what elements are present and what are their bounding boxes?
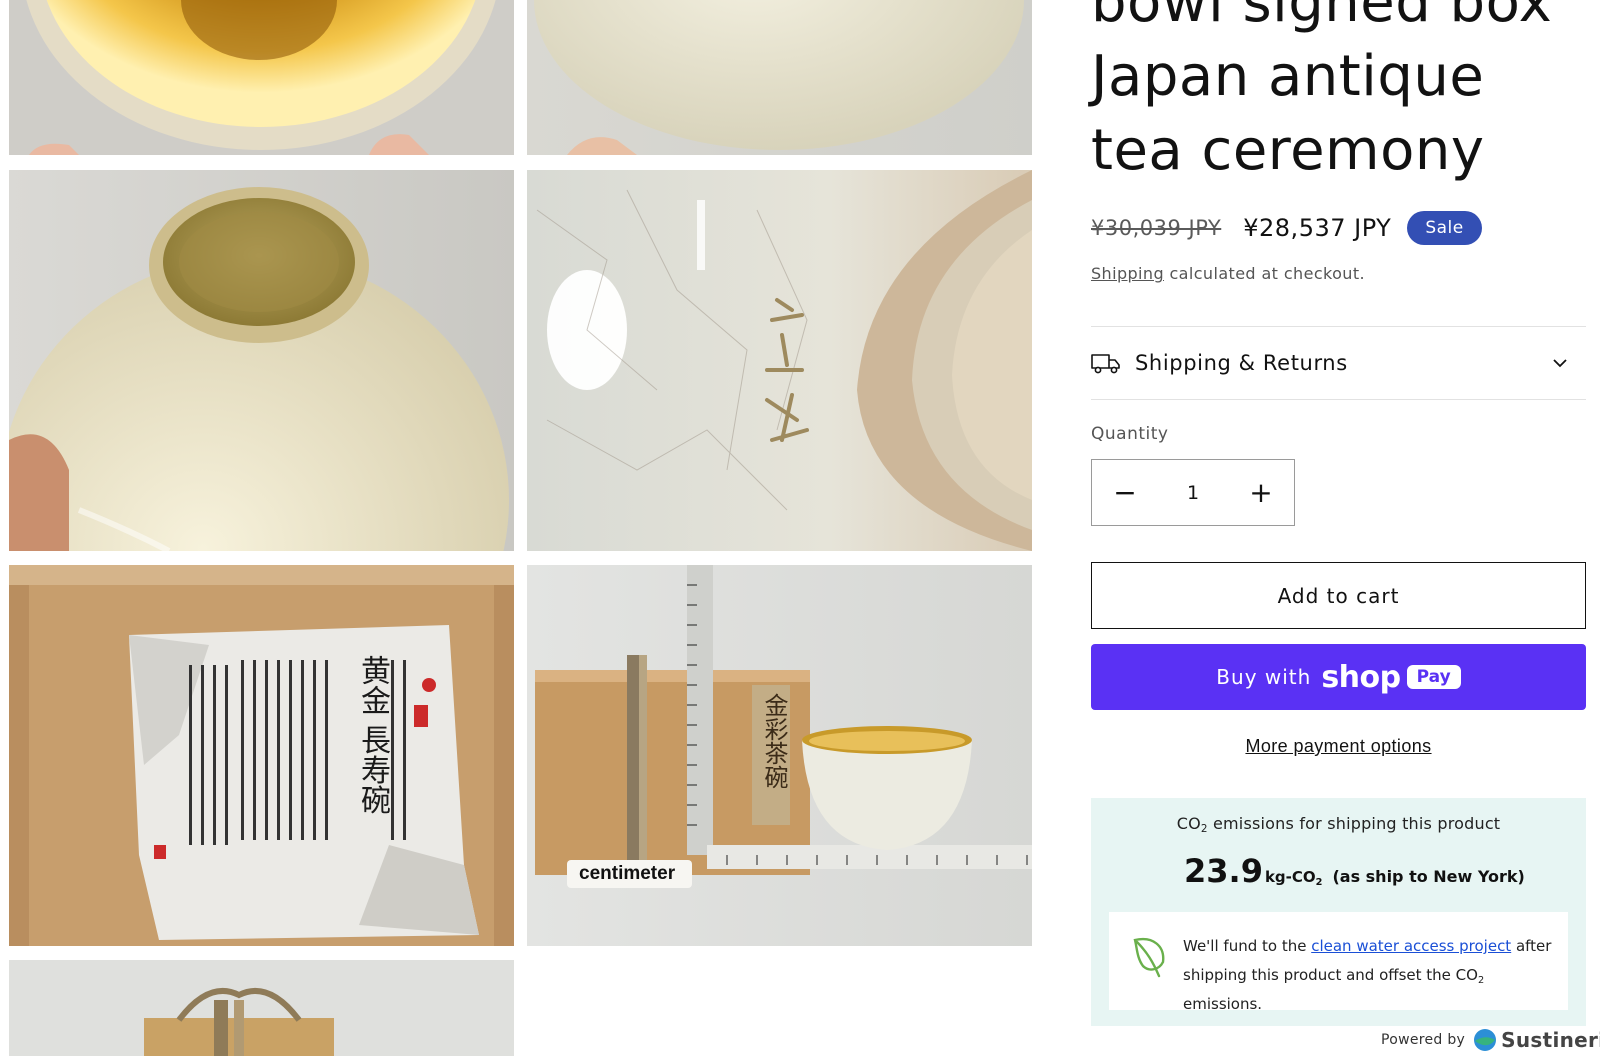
quantity-label: Quantity <box>1091 424 1169 444</box>
co2-unit: kg-CO2 <box>1264 868 1323 888</box>
accordion-label: Shipping & Returns <box>1135 351 1348 375</box>
shipping-link[interactable]: Shipping <box>1091 264 1164 283</box>
quantity-increase-button[interactable]: + <box>1228 460 1294 525</box>
powered-by: Powered by Sustineri <box>1381 1028 1600 1052</box>
product-photo-certificate[interactable]: 黄金 長寿碗 <box>9 565 514 946</box>
product-photo-exterior[interactable] <box>527 0 1032 155</box>
quantity-input[interactable]: 1 <box>1158 482 1228 504</box>
price-row: ¥30,039 JPY ¥28,537 JPY Sale <box>1091 211 1482 245</box>
sustineri-logo-icon <box>1474 1029 1497 1051</box>
shipping-returns-accordion[interactable]: Shipping & Returns <box>1091 326 1586 400</box>
product-photo-gold-interior[interactable] <box>9 0 514 155</box>
sale-price: ¥28,537 JPY <box>1243 214 1392 242</box>
co2-fund-text: We'll fund to the clean water access pro… <box>1183 937 1552 1013</box>
quantity-stepper: − 1 + <box>1091 459 1295 526</box>
co2-heading: CO2 emissions for shipping this product <box>1176 814 1501 836</box>
shop-logo: shop <box>1321 659 1401 695</box>
clean-water-link[interactable]: clean water access project <box>1311 937 1511 955</box>
quantity-decrease-button[interactable]: − <box>1092 460 1158 525</box>
add-to-cart-button[interactable]: Add to cart <box>1091 562 1586 629</box>
co2-destination: (as ship to New York) <box>1332 867 1525 886</box>
sustineri-brand: Sustineri <box>1501 1028 1600 1052</box>
product-photo-size[interactable]: 金彩茶碗 centimeter <box>527 565 1032 946</box>
centimeter-label: centimeter <box>579 863 676 884</box>
product-photo-foot[interactable] <box>9 170 514 551</box>
buy-with-label: Buy with <box>1216 665 1312 689</box>
co2-fund-panel: We'll fund to the clean water access pro… <box>1109 912 1568 1013</box>
co2-widget: CO2 emissions for shipping this product … <box>1091 798 1586 1026</box>
box-label: 金彩茶碗 <box>760 693 788 789</box>
co2-value: 23.9 <box>1184 852 1263 890</box>
sale-badge: Sale <box>1407 211 1482 245</box>
product-photo-box[interactable] <box>9 960 514 1056</box>
certificate-title: 黄金 長寿碗 <box>355 655 390 815</box>
buy-with-shop-pay-button[interactable]: Buy with shop Pay <box>1091 644 1586 710</box>
pay-badge: Pay <box>1406 665 1461 689</box>
chevron-down-icon <box>1553 359 1567 368</box>
powered-by-label: Powered by <box>1381 1032 1466 1048</box>
shipping-note-text: calculated at checkout. <box>1164 264 1366 283</box>
shipping-note: Shipping calculated at checkout. <box>1091 264 1365 283</box>
more-payment-options-link[interactable]: More payment options <box>1091 736 1586 757</box>
leaf-icon <box>1133 937 1165 978</box>
truck-icon <box>1091 354 1120 374</box>
product-title: bowl signed box Japan antique tea ceremo… <box>1091 0 1553 183</box>
product-photo-signature[interactable] <box>527 170 1032 551</box>
product-gallery: 黄金 長寿碗 金彩茶碗 centimeter <box>0 0 1040 1056</box>
regular-price: ¥30,039 JPY <box>1091 216 1222 240</box>
co2-value-line: 23.9 kg-CO2 (as ship to New York) <box>1184 852 1525 890</box>
